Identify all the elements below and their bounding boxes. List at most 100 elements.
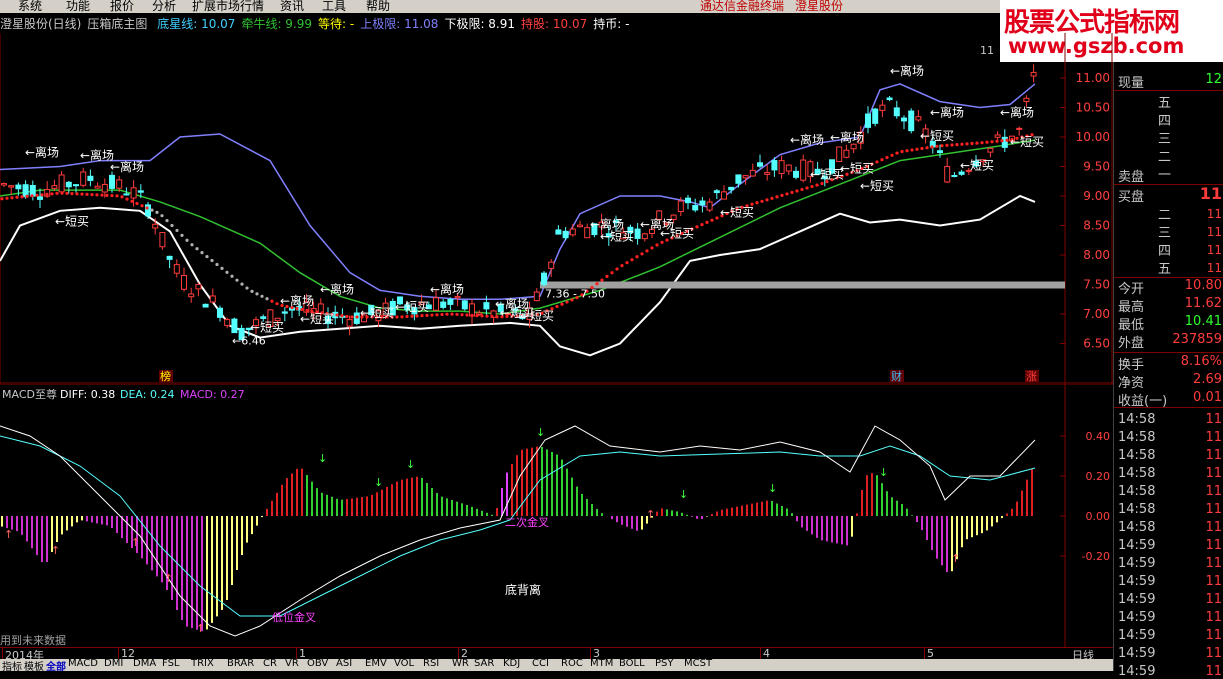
indicator-tab[interactable]: WR	[452, 659, 469, 669]
indicator-tab[interactable]: 指标	[2, 659, 22, 671]
trail-dot	[0, 197, 4, 201]
indicator-tab[interactable]: FSL	[162, 659, 180, 669]
menu-system[interactable]: 系统	[18, 0, 42, 13]
trail-dot	[705, 220, 709, 225]
indicator-tab[interactable]: SAR	[474, 659, 494, 669]
tick-2-value: 11	[1205, 448, 1222, 463]
candle-body	[641, 233, 648, 240]
candle-body	[109, 174, 115, 189]
buy-level-value: 11	[1206, 207, 1222, 221]
indicator-tab[interactable]: CCI	[532, 659, 549, 669]
menu-tools[interactable]: 工具	[322, 0, 346, 13]
indicator-tab[interactable]: MCST	[684, 659, 712, 669]
trail-dot	[470, 313, 474, 317]
trail-dot	[420, 314, 424, 318]
tick-5-label: 14:58	[1118, 502, 1156, 517]
indicator-tab[interactable]: EMV	[365, 659, 387, 669]
short-buy-annotation: ←短买	[520, 309, 554, 323]
trail-dot	[85, 192, 89, 196]
menu-quote[interactable]: 报价	[110, 0, 134, 13]
macd-tick-label: 0.20	[1086, 470, 1111, 483]
trail-dot	[710, 218, 714, 222]
tick-10-value: 11	[1205, 592, 1222, 607]
candle-body	[1023, 97, 1030, 103]
menu-news[interactable]: 资讯	[280, 0, 304, 13]
trail-dot	[1005, 138, 1009, 142]
price-tick-label: 10.50	[1076, 101, 1110, 115]
indicator-tab[interactable]: 模板	[24, 659, 44, 671]
tick-12-label: 14:59	[1118, 628, 1156, 643]
down-arrow-icon: ↓	[679, 488, 688, 501]
now-volume-value: 12	[1205, 72, 1222, 87]
trail-dot	[255, 292, 259, 296]
trail-dot	[450, 312, 454, 316]
stock-title: 澄星股份(日线)	[0, 17, 82, 31]
candle-body	[73, 184, 79, 187]
price-chart[interactable]: 11.00 10.50 10.00 9.50 9.00 8.50 8.00 7.50 7.00 6…	[0, 33, 1113, 384]
macd-chart[interactable]: MACD至尊 DIFF: 0.38 DEA: 0.24 MACD: 0.27 0.40 0…	[0, 384, 1113, 647]
sell-level-label: 二	[1158, 150, 1172, 165]
short-buy-annotation: ←短买	[360, 306, 394, 320]
candle-body	[130, 187, 137, 199]
trail-dot	[600, 278, 604, 282]
candle-body	[447, 298, 454, 305]
indicator-tab[interactable]: ASI	[336, 659, 352, 669]
candle-body	[987, 147, 994, 153]
menu-function[interactable]: 功能	[66, 0, 90, 13]
trail-dot	[755, 201, 759, 205]
indicator-tab[interactable]: VR	[285, 659, 299, 669]
indicator-tab[interactable]: OBV	[307, 659, 328, 669]
candle-body	[454, 295, 461, 299]
down-arrow-icon: ↓	[374, 476, 383, 489]
indicator-tab[interactable]: KDJ	[503, 659, 520, 669]
trail-dot	[300, 307, 304, 312]
tick-7-value: 11	[1205, 538, 1222, 553]
trail-dot	[815, 183, 819, 187]
indicator-tab[interactable]: DMI	[104, 659, 123, 669]
price-tick-label: 8.50	[1083, 219, 1110, 233]
buy-level-label: 五	[1158, 262, 1172, 277]
indicator-tab[interactable]: MACD	[68, 659, 98, 669]
trail-dot	[615, 267, 619, 271]
trail-dot	[900, 149, 904, 154]
range-annotation: 7.36 - 7.50	[545, 287, 605, 300]
indicator-tab[interactable]: 全部	[46, 659, 66, 671]
trail-dot	[650, 246, 654, 250]
indicator-tab[interactable]: RSI	[423, 659, 439, 669]
tick-6-label: 14:58	[1118, 520, 1156, 535]
trail-dot	[955, 142, 959, 147]
indicator-tab[interactable]: BRAR	[227, 659, 254, 669]
indicator-tab[interactable]: MTM	[590, 659, 613, 669]
short-buy-annotation: ←短买	[1010, 135, 1044, 149]
indicator-tab[interactable]: BOLL	[619, 659, 645, 669]
candle-body	[706, 201, 713, 211]
indicator-tab[interactable]: DMA	[133, 659, 156, 669]
trail-dot	[695, 225, 699, 229]
indicator-tab[interactable]: TRIX	[191, 659, 214, 669]
up-arrow-icon: ↑	[646, 508, 655, 521]
buy-level-value: 11	[1206, 243, 1222, 257]
leave-annotation: ←离场	[430, 281, 464, 296]
stat-0-label: 今开	[1118, 282, 1145, 297]
candle-body	[8, 185, 15, 188]
menu-analysis[interactable]: 分析	[152, 0, 176, 13]
trail-dot	[55, 191, 59, 195]
menu-ext-market[interactable]: 扩展市场行情	[192, 0, 264, 13]
candle-body	[137, 190, 144, 193]
tick-0-value: 11	[1205, 412, 1222, 427]
indicator-tab[interactable]: ROC	[561, 659, 583, 669]
trail-dot	[100, 193, 104, 197]
candle-body	[58, 174, 65, 193]
price-tick-label: 9.00	[1083, 189, 1110, 203]
short-buy-annotation: ←短买	[300, 312, 334, 326]
indicator-tab[interactable]: VOL	[394, 659, 414, 669]
indicator-tab[interactable]: PSY	[655, 659, 674, 669]
indicator-tabs: 指标 模板 全部 MACD DMI DMA FSL TRIX BRAR CR VR OBV ASI EMV…	[0, 659, 1113, 671]
indicator-tab[interactable]: CR	[263, 659, 277, 669]
trail-dot	[820, 181, 824, 186]
trail-dot	[805, 186, 809, 190]
menu-help[interactable]: 帮助	[366, 0, 390, 13]
short-buy-annotation: ←短买	[860, 179, 894, 193]
tick-0-label: 14:58	[1118, 412, 1156, 427]
trail-dot	[335, 313, 339, 317]
